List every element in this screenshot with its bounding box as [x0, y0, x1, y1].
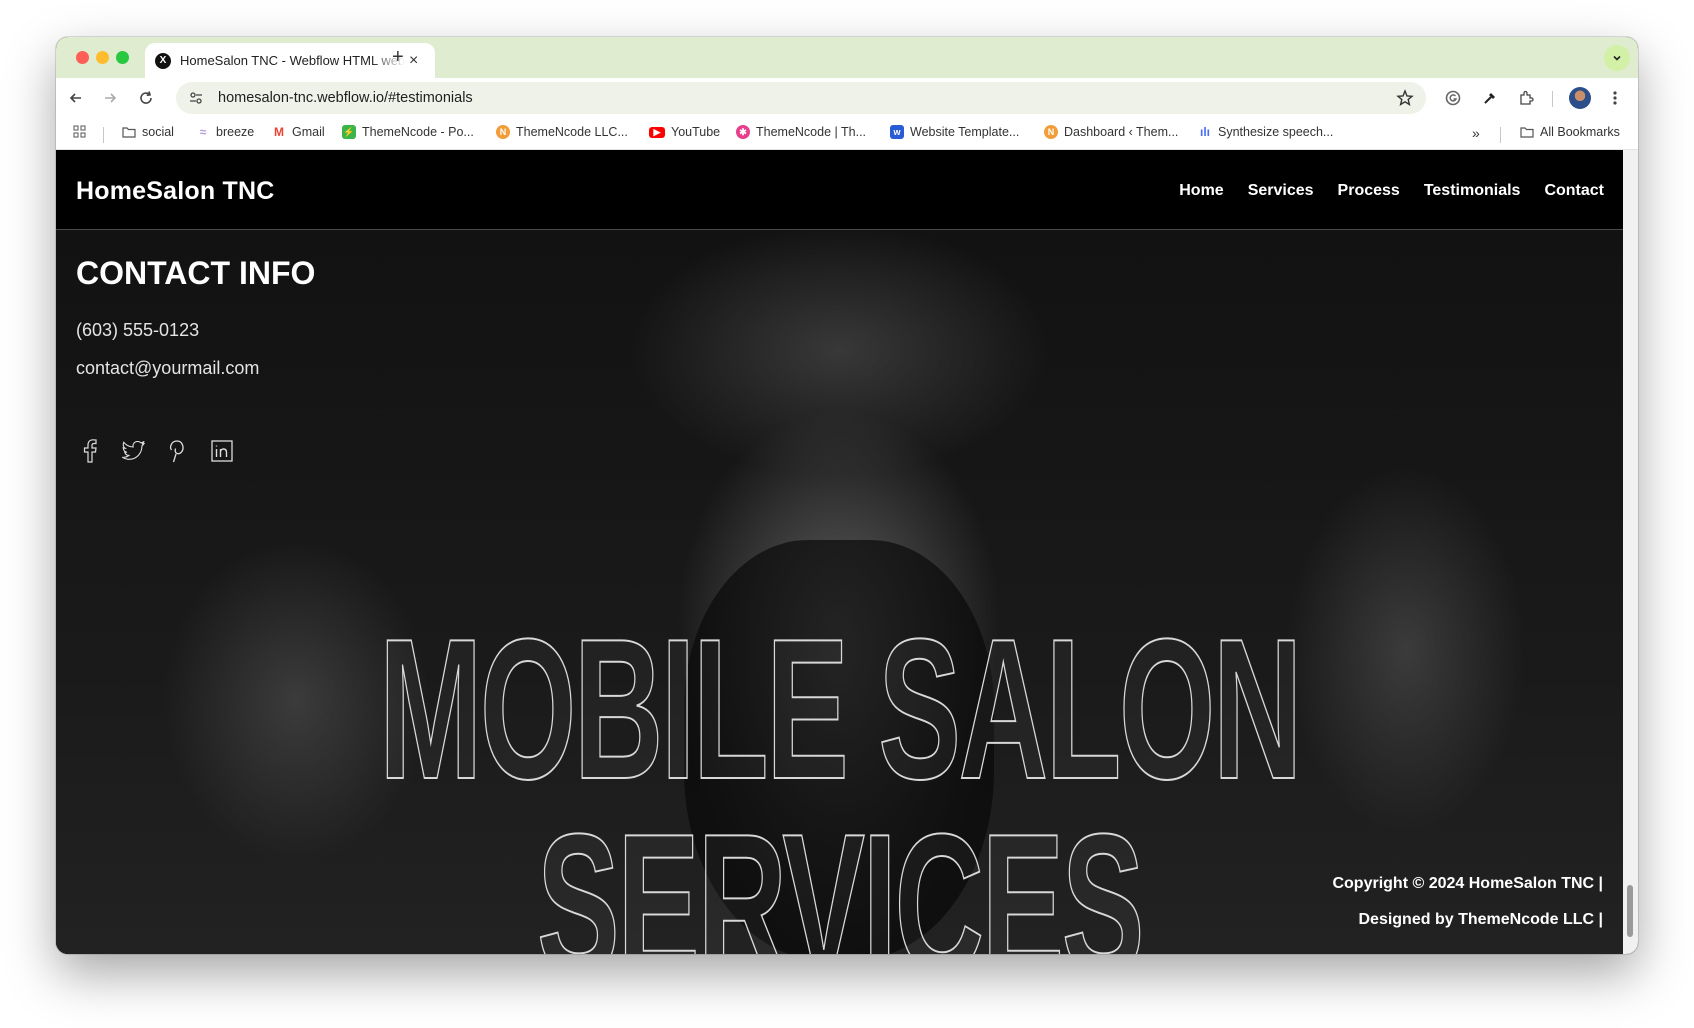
minimize-window-button[interactable] [96, 51, 109, 64]
bookmark-social[interactable]: social [122, 125, 174, 139]
all-bookmarks-label: All Bookmarks [1540, 125, 1620, 139]
browser-window: X HomeSalon TNC - Webflow HTML website t… [56, 37, 1638, 954]
facebook-icon[interactable] [78, 439, 102, 463]
bookmark-breeze[interactable]: ≈ breeze [196, 125, 255, 139]
bookmark-label: Dashboard ‹ Them... [1064, 125, 1179, 139]
tab-title: HomeSalon TNC - Webflow HTML website tem… [180, 53, 405, 68]
tab-search-chevron-icon[interactable] [1604, 45, 1630, 71]
bookmark-label: social [142, 125, 174, 139]
folder-icon [122, 125, 136, 139]
bookmarks-divider [1500, 127, 1501, 143]
bookmark-label: Synthesize speech... [1218, 125, 1334, 139]
gmail-icon: M [274, 125, 284, 139]
toolbar-divider [1552, 91, 1553, 107]
extensions-puzzle-icon[interactable] [1516, 88, 1536, 108]
bookmark-themencode-llc[interactable]: N ThemeNcode LLC... [496, 125, 628, 139]
bookmark-dashboard[interactable]: N Dashboard ‹ Them... [1044, 125, 1178, 139]
tab-close-icon[interactable]: × [409, 52, 418, 69]
bookmark-gmail[interactable]: M Gmail [272, 125, 325, 139]
hero-title-line-1: MOBILE SALON [378, 598, 1303, 821]
address-bar[interactable]: homesalon-tnc.webflow.io/#testimonials [176, 82, 1426, 114]
nav-testimonials[interactable]: Testimonials [1424, 182, 1521, 200]
twitter-icon[interactable] [122, 439, 146, 463]
bookmark-label: YouTube [671, 125, 721, 139]
hero-title-line-2: SERVICES [536, 793, 1145, 955]
bookmark-themencode-po[interactable]: ⚡ ThemeNcode - Po... [342, 125, 474, 139]
bookmark-synthesize-speech[interactable]: ılı Synthesize speech... [1198, 125, 1333, 139]
bookmark-label: ThemeNcode - Po... [362, 125, 474, 139]
breeze-icon: ≈ [199, 125, 207, 139]
bookmark-star-icon[interactable] [1396, 89, 1414, 112]
contact-info-heading: CONTACT INFO [76, 255, 316, 291]
forward-arrow-icon[interactable] [100, 88, 120, 108]
profile-avatar[interactable] [1569, 87, 1591, 109]
apps-grid-icon[interactable] [73, 125, 87, 139]
bookmark-youtube[interactable]: ▶ YouTube [649, 125, 720, 139]
maximize-window-button[interactable] [116, 51, 129, 64]
youtube-icon: ▶ [649, 126, 665, 138]
main-nav: Home Services Process Testimonials Conta… [1179, 182, 1604, 200]
grammarly-extension-icon[interactable] [1443, 88, 1463, 108]
bookmark-label: ThemeNcode LLC... [516, 125, 628, 139]
nav-process[interactable]: Process [1338, 182, 1400, 200]
nav-home[interactable]: Home [1179, 182, 1223, 200]
themencode-pink-icon: ✱ [736, 125, 750, 139]
contact-email[interactable]: contact@yourmail.com [76, 358, 259, 379]
close-window-button[interactable] [76, 51, 89, 64]
bookmark-label: ThemeNcode | Th... [756, 125, 867, 139]
tab-favicon-icon: X [155, 52, 171, 69]
browser-menu-icon[interactable] [1605, 88, 1625, 108]
reload-icon[interactable] [136, 88, 156, 108]
nav-services[interactable]: Services [1248, 182, 1314, 200]
new-tab-icon[interactable]: + [392, 46, 404, 69]
site-header: HomeSalon TNC Home Services Process Test… [56, 150, 1623, 230]
bookmark-label: Gmail [292, 125, 325, 139]
pinterest-icon[interactable] [166, 439, 190, 463]
bookmark-themencode-th[interactable]: ✱ ThemeNcode | Th... [736, 125, 866, 139]
themencode-orange-icon: N [496, 125, 510, 139]
eyedropper-extension-icon[interactable] [1480, 88, 1500, 108]
linkedin-icon[interactable] [210, 439, 234, 463]
folder-icon [1520, 125, 1534, 139]
site-settings-icon[interactable] [188, 90, 204, 106]
webpage: HomeSalon TNC Home Services Process Test… [56, 150, 1623, 954]
contact-phone[interactable]: (603) 555-0123 [76, 320, 199, 341]
webflow-icon: w [890, 125, 904, 139]
footer-copyright: Copyright © 2024 HomeSalon TNC | [1332, 875, 1603, 892]
themencode-green-icon: ⚡ [342, 125, 356, 139]
speech-icon: ılı [1199, 125, 1210, 139]
back-arrow-icon[interactable] [66, 88, 86, 108]
site-logo[interactable]: HomeSalon TNC [76, 177, 274, 206]
page-scrollbar[interactable] [1623, 150, 1638, 954]
footer-designed-by[interactable]: Designed by ThemeNcode LLC | [1358, 911, 1603, 929]
nav-contact[interactable]: Contact [1544, 182, 1604, 200]
social-links [78, 439, 234, 463]
bookmarks-overflow-icon[interactable]: » [1472, 125, 1480, 141]
browser-toolbar: homesalon-tnc.webflow.io/#testimonials [56, 78, 1638, 118]
all-bookmarks[interactable]: All Bookmarks [1520, 125, 1620, 139]
bookmark-website-template[interactable]: w Website Template... [890, 125, 1019, 139]
bookmark-label: breeze [216, 125, 255, 139]
bookmark-label: Website Template... [910, 125, 1020, 139]
bookmarks-bar: social ≈ breeze M Gmail ⚡ ThemeNcode - P… [56, 118, 1638, 150]
bookmarks-divider [103, 127, 104, 143]
url-text: homesalon-tnc.webflow.io/#testimonials [218, 90, 473, 106]
dashboard-icon: N [1044, 125, 1058, 139]
scrollbar-thumb[interactable] [1627, 885, 1633, 937]
tab-strip: X HomeSalon TNC - Webflow HTML website t… [56, 37, 1638, 78]
